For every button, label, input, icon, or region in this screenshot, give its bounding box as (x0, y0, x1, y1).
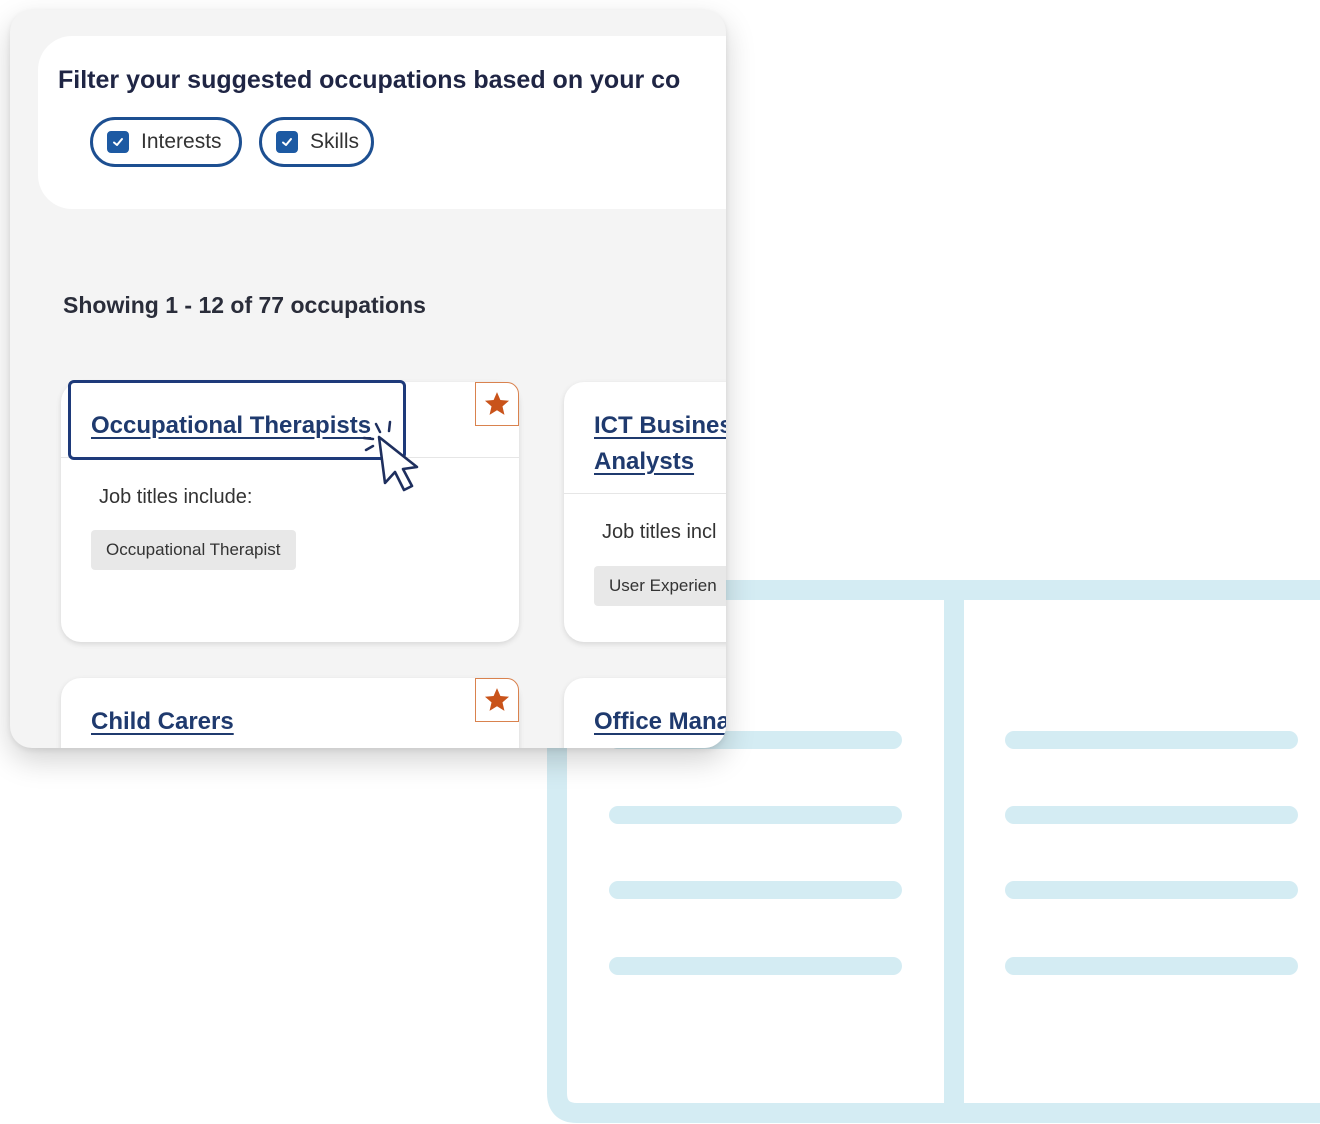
occupation-title-link[interactable]: Child Carers (91, 704, 391, 740)
job-title-tag: User Experien (594, 566, 726, 606)
favourite-button[interactable] (475, 382, 519, 426)
occupation-title-link[interactable]: ICT Busines Analysts (594, 408, 726, 480)
filter-title: Filter your suggested occupations based … (58, 66, 681, 94)
focus-highlight (68, 380, 406, 460)
skills-filter-chip[interactable]: Skills (259, 117, 374, 167)
checkbox-checked-icon[interactable] (107, 131, 129, 153)
card-divider (564, 493, 726, 494)
occupation-card: Office Mana (564, 678, 726, 748)
interests-filter-chip[interactable]: Interests (90, 117, 242, 167)
job-title-tag: Occupational Therapist (91, 530, 296, 570)
occupation-title-link[interactable]: Office Mana (594, 704, 726, 740)
occupations-screenshot: Filter your suggested occupations based … (10, 10, 726, 748)
skills-label: Skills (309, 130, 359, 153)
title-line: ICT Busines (594, 412, 726, 439)
job-titles-label: Job titles include: (99, 486, 253, 508)
star-icon (484, 688, 510, 711)
interests-label: Interests (141, 130, 222, 153)
title-line: Analysts (594, 448, 695, 475)
star-icon (484, 392, 510, 415)
pointer-cursor-icon (362, 420, 419, 492)
occupation-card: Child Carers (61, 678, 519, 748)
checkbox-checked-icon[interactable] (276, 131, 298, 153)
results-summary: Showing 1 - 12 of 77 occupations (63, 292, 426, 318)
job-titles-label: Job titles incl (602, 521, 717, 543)
favourite-button[interactable] (475, 678, 519, 722)
occupation-card: ICT Busines Analysts Job titles incl Use… (564, 382, 726, 642)
